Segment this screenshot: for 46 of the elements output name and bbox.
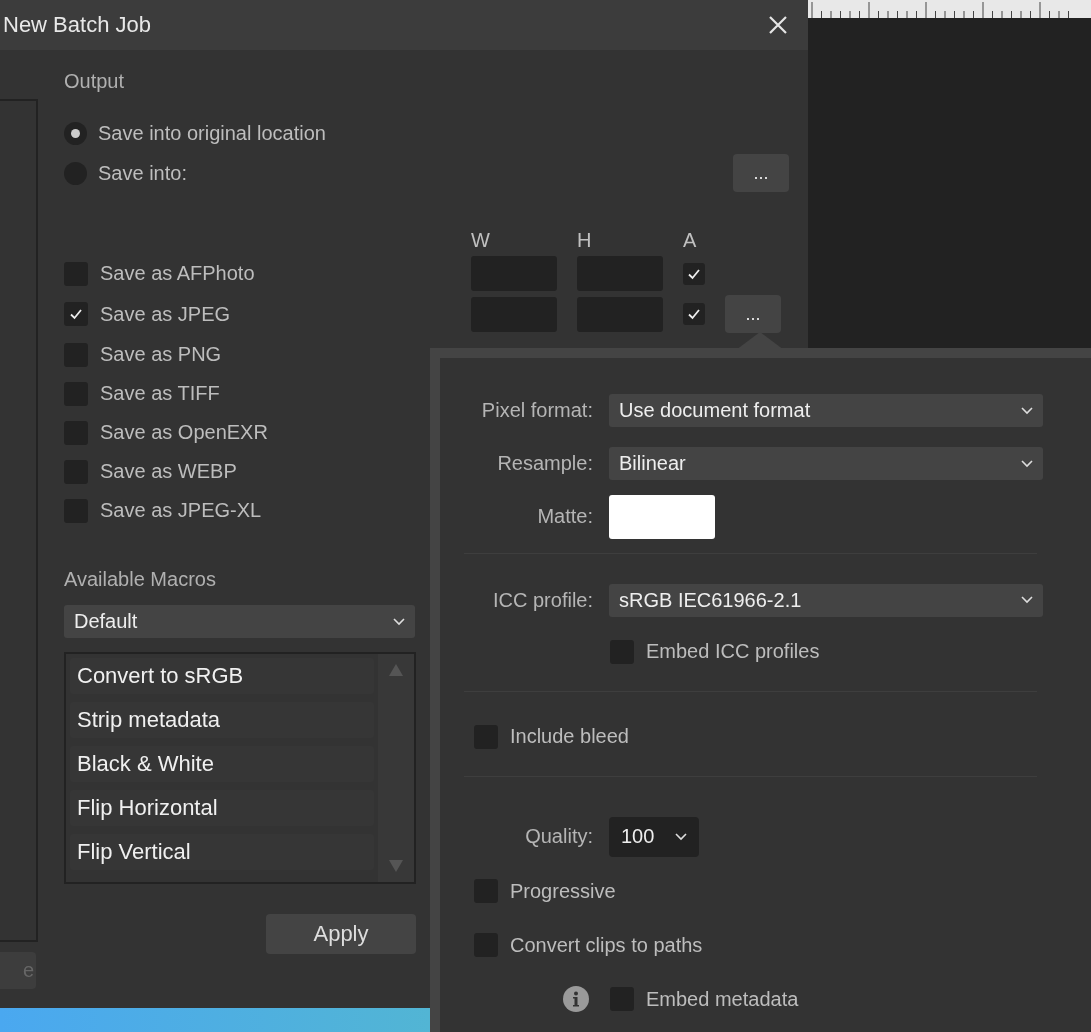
- window-title: New Batch Job: [3, 12, 152, 38]
- checkbox-label: Convert clips to paths: [510, 933, 703, 957]
- checkbox-label: Save as WEBP: [100, 460, 237, 483]
- apply-button[interactable]: Apply: [266, 914, 416, 954]
- close-icon[interactable]: [768, 15, 788, 35]
- chevron-down-icon: [393, 617, 405, 626]
- field-label: Quality:: [524, 825, 593, 848]
- checkbox-label: Include bleed: [510, 725, 629, 749]
- chevron-down-icon: [1021, 459, 1033, 468]
- dropdown[interactable]: Use document format: [609, 394, 1043, 427]
- dropdown[interactable]: sRGB IEC61966-2.1: [609, 583, 1043, 617]
- info-icon[interactable]: [563, 986, 589, 1013]
- checkbox-label: Save as OpenEXR: [100, 421, 268, 444]
- section-heading: Output: [64, 70, 126, 93]
- field-label: Pixel format:: [480, 399, 593, 422]
- checkbox-label: Save as JPEG-XL: [100, 499, 262, 522]
- column-header: A: [683, 229, 698, 252]
- radio-label: Save into:: [98, 161, 187, 185]
- checkbox-label: Save as JPEG: [100, 302, 231, 326]
- radio-label: Save into original location: [98, 121, 326, 145]
- checkbox-label: Progressive: [510, 879, 616, 903]
- section-heading: Available Macros: [64, 568, 217, 591]
- field-label: Resample:: [496, 452, 593, 475]
- scroll-down-icon[interactable]: [389, 860, 403, 872]
- checkbox-label: Save as TIFF: [100, 382, 220, 405]
- chevron-down-icon: [1021, 596, 1033, 605]
- radio-button[interactable]: [64, 121, 87, 145]
- alpha-checkbox[interactable]: [683, 262, 705, 285]
- field-label: Matte:: [536, 505, 593, 528]
- checkbox-label: Embed metadata: [646, 987, 799, 1011]
- column-header: W: [471, 229, 491, 252]
- checkbox-label: Save as AFPhoto: [100, 262, 255, 285]
- checkbox-label: Embed ICC profiles: [646, 640, 820, 664]
- alpha-checkbox[interactable]: [683, 303, 705, 325]
- chevron-down-icon: [675, 832, 687, 841]
- color-swatch[interactable]: [609, 494, 715, 539]
- browse-button[interactable]: ...: [733, 154, 789, 192]
- column-header: H: [577, 229, 593, 252]
- field-label: ICC profile:: [491, 588, 593, 612]
- macro-set-dropdown[interactable]: Default: [64, 605, 415, 638]
- checkbox-label: Save as PNG: [100, 343, 222, 366]
- checkbox[interactable]: [64, 302, 88, 326]
- dropdown[interactable]: Bilinear: [609, 447, 1043, 480]
- scroll-up-icon[interactable]: [389, 664, 403, 676]
- chevron-down-icon: [1021, 406, 1033, 415]
- quality-dropdown[interactable]: 100: [609, 816, 699, 857]
